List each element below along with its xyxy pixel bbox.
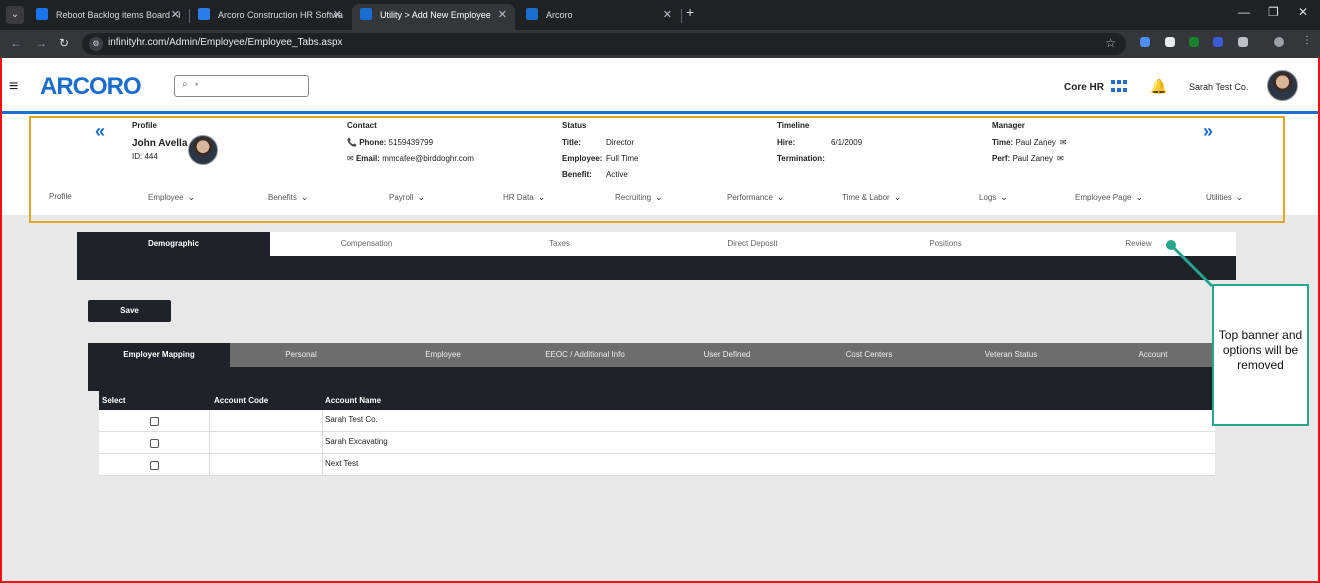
maximize-icon[interactable]: ❐	[1268, 5, 1279, 19]
tab-title: Reboot Backlog items Board - I	[56, 10, 181, 20]
tab-title: Arcoro	[546, 10, 573, 20]
browser-toolbar: ← → ↻ ⚙ infinityhr.com/Admin/Employee/Em…	[0, 30, 1320, 58]
table-header: Select Account Code Account Name	[99, 391, 1215, 410]
app-grid-icon[interactable]	[1111, 80, 1127, 94]
close-tab-icon[interactable]: ✕	[498, 4, 507, 26]
column-header: Select	[102, 396, 126, 405]
account-name: Next Test	[325, 459, 359, 468]
search-input[interactable]	[195, 79, 303, 93]
reload-icon[interactable]: ↻	[59, 36, 69, 50]
section-tabs: Demographic Compensation Taxes Direct De…	[77, 232, 1236, 280]
tab-direct-deposit[interactable]: Direct Deposit	[656, 232, 849, 256]
select-cell	[99, 432, 210, 454]
close-window-icon[interactable]: ✕	[1298, 5, 1308, 19]
account-name: Sarah Test Co.	[325, 415, 378, 424]
select-cell	[99, 454, 210, 476]
tab-demographic[interactable]: Demographic	[77, 232, 270, 256]
extension-icon[interactable]	[1165, 37, 1175, 47]
bell-icon[interactable]: 🔔	[1150, 78, 1167, 95]
arcoro-favicon-icon	[360, 8, 372, 20]
tab-user-defined[interactable]: User Defined	[656, 343, 798, 367]
tab-compensation[interactable]: Compensation	[270, 232, 463, 256]
column-header: Account Name	[325, 396, 382, 405]
highlight-box	[29, 116, 1285, 223]
account-code-cell	[210, 432, 323, 454]
table-row: Sarah Test Co.	[99, 410, 1215, 432]
select-cell	[99, 410, 210, 432]
tab-search-icon[interactable]: ⌄	[6, 6, 24, 24]
azure-devops-icon	[36, 8, 48, 20]
tab-employer-mapping[interactable]: Employer Mapping	[88, 343, 230, 367]
tab-separator	[681, 9, 682, 23]
close-tab-icon[interactable]: ✕	[171, 4, 180, 26]
callout-note: Top banner and options will be removed	[1212, 284, 1309, 426]
tab-account[interactable]: Account	[1082, 343, 1224, 367]
new-tab-icon[interactable]: +	[686, 4, 694, 20]
hamburger-menu-icon[interactable]: ≡	[9, 78, 18, 96]
forward-icon[interactable]: →	[35, 36, 47, 50]
bookmark-star-icon[interactable]: ☆	[1105, 36, 1116, 50]
search-icon: ⌕	[182, 79, 188, 90]
sub-tabs: Employer Mapping Personal Employee EEOC …	[88, 343, 1215, 391]
browser-tab-3[interactable]: Utility > Add New Employee ✕	[352, 4, 515, 30]
account-name: Sarah Excavating	[325, 437, 388, 446]
account-code-cell	[210, 454, 323, 476]
site-settings-icon[interactable]: ⚙	[89, 37, 103, 51]
tab-personal[interactable]: Personal	[230, 343, 372, 367]
account-table: Select Account Code Account Name Sarah T…	[99, 391, 1215, 476]
row-checkbox[interactable]	[150, 461, 159, 470]
browser-tab-4[interactable]: Arcoro ✕	[518, 4, 680, 30]
profile-icon[interactable]	[1274, 37, 1284, 47]
column-header: Account Code	[214, 396, 269, 405]
extension-icon[interactable]	[1213, 37, 1223, 47]
row-checkbox[interactable]	[150, 439, 159, 448]
back-icon[interactable]: ←	[10, 36, 22, 50]
tab-employee[interactable]: Employee	[372, 343, 514, 367]
browser-menu-icon[interactable]: ⋮	[1302, 35, 1312, 46]
account-code-cell	[210, 410, 323, 432]
close-tab-icon[interactable]: ✕	[663, 4, 672, 26]
arcoro-logo[interactable]: ARCORO	[40, 73, 142, 101]
tab-positions[interactable]: Positions	[849, 232, 1042, 256]
tab-veteran-status[interactable]: Veteran Status	[940, 343, 1082, 367]
tab-title: Arcoro Construction HR Softwa	[218, 10, 344, 20]
app-header: ≡ ARCORO ⌕ Core HR 🔔 Sarah Test Co.	[2, 58, 1318, 114]
page: ≡ ARCORO ⌕ Core HR 🔔 Sarah Test Co. « » …	[0, 58, 1320, 583]
module-label[interactable]: Core HR	[1064, 82, 1104, 93]
browser-tab-strip: ⌄ Reboot Backlog items Board - I ✕ Arcor…	[0, 0, 1320, 30]
arcoro-favicon-icon	[526, 8, 538, 20]
address-bar[interactable]: ⚙ infinityhr.com/Admin/Employee/Employee…	[82, 33, 1126, 55]
extension-icon[interactable]	[1140, 37, 1150, 47]
row-checkbox[interactable]	[150, 417, 159, 426]
url-text[interactable]: infinityhr.com/Admin/Employee/Employee_T…	[108, 37, 343, 48]
minimize-icon[interactable]: —	[1238, 5, 1250, 19]
tab-taxes[interactable]: Taxes	[463, 232, 656, 256]
tab-title: Utility > Add New Employee	[380, 10, 491, 20]
browser-tab-2[interactable]: Arcoro Construction HR Softwa ✕	[190, 4, 350, 30]
arcoro-favicon-icon	[198, 8, 210, 20]
tab-eeoc[interactable]: EEOC / Additional Info	[514, 343, 656, 367]
extensions-puzzle-icon[interactable]	[1238, 37, 1248, 47]
user-avatar[interactable]	[1267, 70, 1298, 101]
search-box[interactable]: ⌕	[174, 75, 309, 97]
company-name[interactable]: Sarah Test Co.	[1189, 82, 1248, 92]
browser-tab-1[interactable]: Reboot Backlog items Board - I ✕	[28, 4, 188, 30]
save-button[interactable]: Save	[88, 300, 171, 322]
close-tab-icon[interactable]: ✕	[333, 4, 342, 26]
table-row: Next Test	[99, 454, 1215, 476]
table-row: Sarah Excavating	[99, 432, 1215, 454]
extension-icon[interactable]	[1189, 37, 1199, 47]
tab-cost-centers[interactable]: Cost Centers	[798, 343, 940, 367]
